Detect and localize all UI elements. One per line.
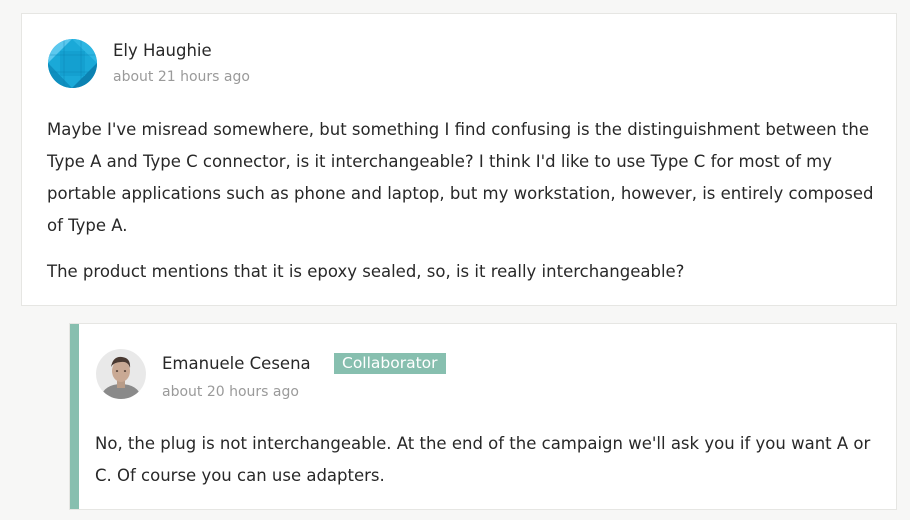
comment-card: Ely Haughie about 21 hours ago Maybe I'v…: [21, 13, 897, 306]
comment-paragraph: The product mentions that it is epoxy se…: [47, 262, 685, 281]
user-avatar-icon[interactable]: [96, 349, 146, 399]
reply-accent-bar: [70, 324, 79, 509]
reply-card: Emanuele Cesena Collaborator about 20 ho…: [69, 323, 897, 510]
author-name[interactable]: Ely Haughie: [113, 41, 212, 60]
comment-timestamp[interactable]: about 20 hours ago: [162, 384, 299, 400]
collaborator-badge: Collaborator: [334, 353, 446, 374]
reply-paragraph: No, the plug is not interchangeable. At …: [95, 434, 871, 485]
comment-paragraph: Maybe I've misread somewhere, but someth…: [47, 120, 874, 235]
user-avatar-icon[interactable]: [48, 39, 97, 88]
author-name[interactable]: Emanuele Cesena: [162, 354, 311, 373]
comment-timestamp[interactable]: about 21 hours ago: [113, 69, 250, 85]
